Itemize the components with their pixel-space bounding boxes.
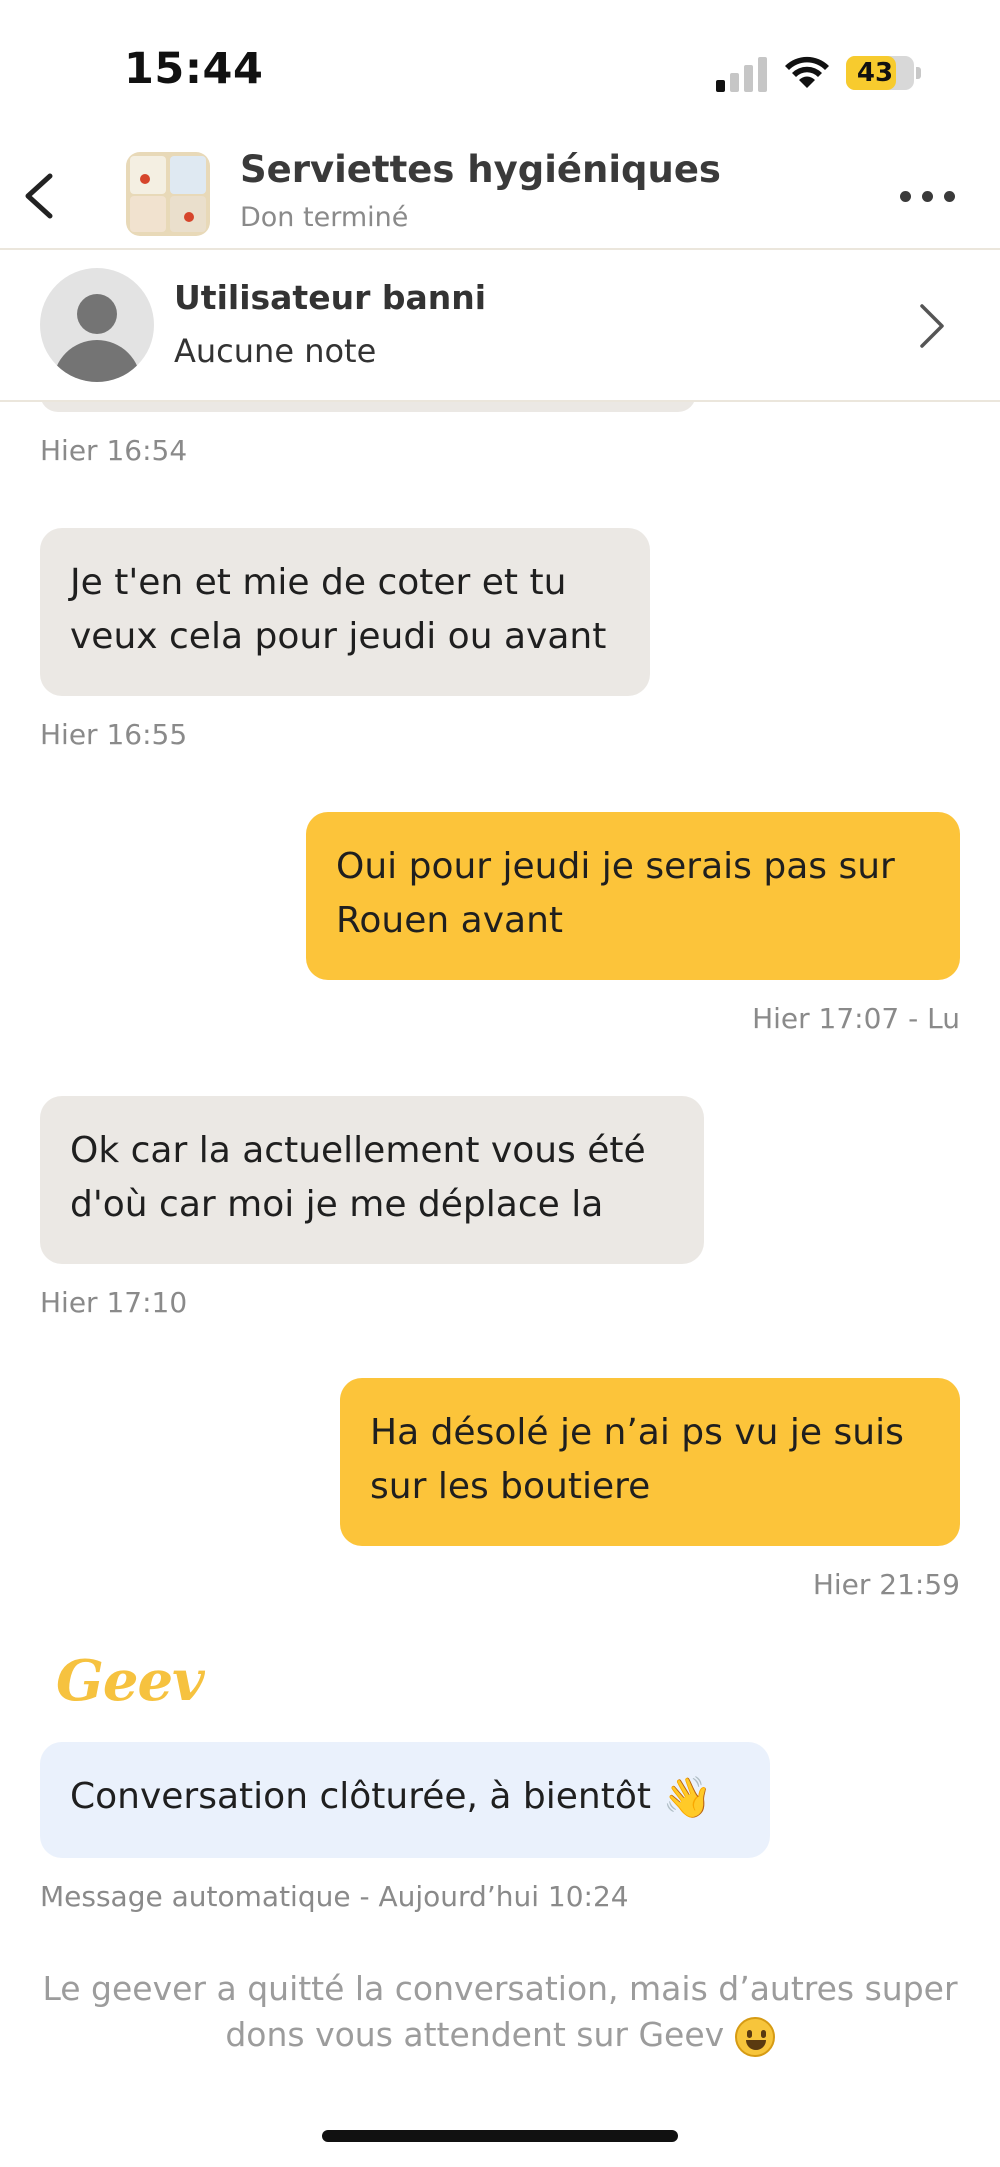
- conversation-left-notice: Le geever a quitté la conversation, mais…: [40, 1966, 960, 2058]
- notice-line: Le geever a quitté la conversation, mais…: [42, 1969, 958, 2008]
- conversation-header: Serviettes hygiéniques Don terminé: [0, 140, 1000, 250]
- message-bubble-incoming: Ok car la actuellement vous été d'où car…: [40, 1096, 704, 1264]
- message-timestamp: Hier 17:10: [40, 1286, 188, 1319]
- battery-level: 43: [856, 58, 894, 88]
- message-line: Ok car la actuellement vous été: [70, 1130, 646, 1171]
- status-bar: 15:44 43: [0, 0, 1000, 140]
- home-indicator[interactable]: [322, 2130, 678, 2142]
- chat-thread[interactable]: Hier 16:54 Je t'en et mie de coter et tu…: [0, 362, 1000, 2167]
- message-bubble-incoming: Je t'en et mie de coter et tu veux cela …: [40, 528, 650, 696]
- message-line: veux cela pour jeudi ou avant: [70, 616, 607, 657]
- user-profile-row[interactable]: Utilisateur banni Aucune note: [0, 250, 1000, 402]
- message-timestamp: Hier 16:55: [40, 718, 188, 751]
- grinning-face-icon: [734, 2016, 775, 2057]
- person-placeholder-icon: [40, 268, 154, 382]
- chevron-right-icon[interactable]: [910, 300, 950, 352]
- user-rating: Aucune note: [174, 332, 377, 370]
- message-line: d'où car moi je me déplace la: [70, 1184, 604, 1225]
- message-timestamp: Hier 21:59: [812, 1568, 960, 1601]
- user-name: Utilisateur banni: [174, 278, 487, 317]
- message-line: Oui pour jeudi je serais pas sur: [336, 846, 895, 887]
- message-timestamp: Hier 16:54: [40, 434, 188, 467]
- message-line: Rouen avant: [336, 900, 564, 941]
- message-bubble-outgoing: Ha désolé je n’ai ps vu je suis sur les …: [340, 1378, 960, 1546]
- chevron-left-icon[interactable]: [14, 166, 66, 226]
- message-bubble-outgoing: Oui pour jeudi je serais pas sur Rouen a…: [306, 812, 960, 980]
- wifi-icon: [785, 56, 829, 88]
- notice-line: dons vous attendent sur Geev: [225, 2015, 725, 2054]
- item-thumbnail[interactable]: [126, 152, 210, 236]
- cellular-signal-icon: [716, 56, 768, 92]
- battery-icon: 43: [846, 56, 921, 90]
- auto-message-timestamp: Message automatique - Aujourd’hui 10:24: [40, 1880, 629, 1913]
- message-line: sur les boutiere: [370, 1466, 651, 1507]
- donation-status: Don terminé: [240, 202, 409, 233]
- waving-hand-icon: 👋: [662, 1775, 713, 1821]
- message-timestamp-read: Hier 17:07 - Lu: [752, 1002, 960, 1035]
- page-title[interactable]: Serviettes hygiéniques: [240, 148, 721, 191]
- status-time: 15:44: [124, 44, 264, 94]
- more-dots-icon[interactable]: [900, 184, 956, 208]
- auto-message-text: Conversation clôturée, à bientôt: [70, 1776, 651, 1817]
- geev-logo: Geev: [56, 1648, 205, 1714]
- message-line: Je t'en et mie de coter et tu: [70, 562, 567, 603]
- message-line: Ha désolé je n’ai ps vu je suis: [370, 1412, 904, 1453]
- auto-message-bubble: Conversation clôturée, à bientôt 👋: [40, 1742, 770, 1858]
